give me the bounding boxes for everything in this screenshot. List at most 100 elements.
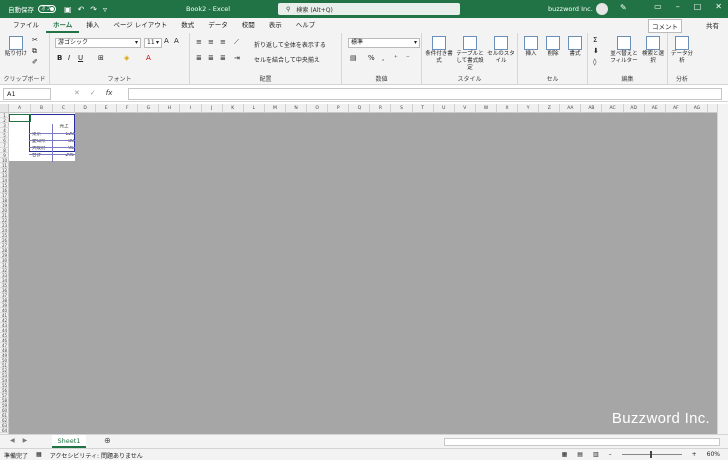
tab-review[interactable]: 校閲 <box>235 18 262 33</box>
copy-icon[interactable]: ⧉ <box>32 47 37 56</box>
tab-home[interactable]: ホーム <box>46 18 80 33</box>
zoom-level[interactable]: 60% <box>707 451 720 458</box>
column-header[interactable]: AB <box>581 104 603 113</box>
analyze-data-button[interactable]: データ分析 <box>670 36 694 65</box>
comma-icon[interactable]: , <box>382 54 384 62</box>
fx-icon[interactable]: fx <box>106 89 113 97</box>
number-format-select[interactable]: 標準 <box>348 38 420 48</box>
font-color-icon[interactable]: A <box>146 54 151 62</box>
column-header[interactable]: W <box>476 104 497 113</box>
column-header[interactable]: E <box>96 104 118 113</box>
align-right-icon[interactable]: ≣ <box>220 54 226 62</box>
font-size-select[interactable]: 11 <box>144 38 162 48</box>
active-cell[interactable] <box>9 114 31 122</box>
worksheet-grid[interactable]: A B C D E F G H I J K L M N O P Q R S T U V W X Y Z AA AB AC AD AE AF AG… <box>0 104 728 434</box>
macro-record-icon[interactable]: ▦ <box>36 451 42 460</box>
column-header[interactable]: I <box>181 104 202 113</box>
font-name-select[interactable]: 游ゴシック <box>55 38 141 48</box>
column-header[interactable]: N <box>286 104 308 113</box>
cell-styles-button[interactable]: セルのスタイル <box>486 36 516 65</box>
ribbon-display-icon[interactable]: ▭ <box>654 2 662 11</box>
increase-decimal-icon[interactable]: ⁺ <box>394 54 398 62</box>
grow-font-icon[interactable]: A <box>164 37 169 45</box>
column-header[interactable]: R <box>370 104 392 113</box>
column-header[interactable]: G <box>138 104 160 113</box>
wrap-text-button[interactable]: 折り返して全体を表示する <box>254 40 326 49</box>
fill-color-icon[interactable]: ◈ <box>124 54 129 62</box>
sort-filter-button[interactable]: 並べ替えとフィルター <box>608 36 640 65</box>
vertical-scrollbar[interactable] <box>717 104 728 434</box>
column-header[interactable]: M <box>265 104 286 113</box>
zoom-out-icon[interactable]: – <box>609 451 612 458</box>
prev-sheet-icon[interactable]: ◀ <box>10 437 15 444</box>
find-select-button[interactable]: 検索と選択 <box>640 36 666 65</box>
tab-view[interactable]: 表示 <box>262 18 289 33</box>
minimize-icon[interactable]: – <box>676 2 680 11</box>
align-center-icon[interactable]: ≣ <box>208 54 214 62</box>
column-header[interactable]: L <box>244 104 265 113</box>
column-header[interactable]: AF <box>666 104 687 113</box>
format-as-table-button[interactable]: テーブルとして書式設定 <box>454 36 486 72</box>
tab-help[interactable]: ヘルプ <box>289 18 323 33</box>
zoom-slider[interactable] <box>621 451 682 458</box>
autosave-toggle[interactable]: オフ <box>38 5 56 13</box>
conditional-format-button[interactable]: 条件付き書式 <box>424 36 454 65</box>
decrease-decimal-icon[interactable]: ⁻ <box>406 54 410 62</box>
column-header[interactable]: Y <box>518 104 540 113</box>
cancel-icon[interactable]: ✕ <box>74 89 80 97</box>
enter-icon[interactable]: ✓ <box>90 89 96 97</box>
redo-icon[interactable]: ↷ <box>90 5 97 14</box>
page-layout-view-icon[interactable]: ▤ <box>577 451 583 458</box>
column-header[interactable]: T <box>413 104 434 113</box>
orientation-icon[interactable]: ⟋ <box>234 38 239 47</box>
align-bottom-icon[interactable]: ≡ <box>220 38 226 46</box>
format-painter-icon[interactable]: ✐ <box>32 58 38 66</box>
save-icon[interactable]: ▣ <box>64 5 72 14</box>
column-header[interactable]: V <box>455 104 476 113</box>
indent-icon[interactable]: ⇥ <box>234 54 240 62</box>
column-header[interactable]: Q <box>349 104 371 113</box>
clear-icon[interactable]: ◊ <box>593 58 596 66</box>
pen-icon[interactable]: ✎ <box>620 3 627 12</box>
column-header[interactable]: C <box>53 104 75 113</box>
column-header[interactable]: O <box>307 104 329 113</box>
column-header[interactable]: D <box>75 104 97 113</box>
close-icon[interactable]: ✕ <box>715 2 722 11</box>
format-cells-button[interactable]: 書式 <box>564 36 586 58</box>
select-all-corner[interactable] <box>0 104 9 113</box>
column-header[interactable]: J <box>202 104 223 113</box>
tab-file[interactable]: ファイル <box>6 18 46 33</box>
cut-icon[interactable]: ✂ <box>32 36 38 44</box>
shrink-font-icon[interactable]: A <box>174 37 179 45</box>
column-header[interactable]: AE <box>645 104 666 113</box>
sheet-tab-sheet1[interactable]: Sheet1 <box>52 435 86 448</box>
merge-center-button[interactable]: セルを結合して中央揃え <box>254 55 320 64</box>
column-header[interactable]: AC <box>603 104 624 113</box>
border-icon[interactable]: ⊞ <box>98 54 104 62</box>
column-header[interactable]: U <box>434 104 455 113</box>
fill-icon[interactable]: ⬇ <box>593 47 599 55</box>
paste-button[interactable]: 貼り付け <box>4 36 28 58</box>
avatar[interactable] <box>596 3 608 15</box>
column-header[interactable]: H <box>159 104 181 113</box>
underline-icon[interactable]: U <box>78 54 83 62</box>
accessibility-status[interactable]: アクセシビリティ: 問題ありません <box>50 451 143 460</box>
column-header[interactable]: X <box>497 104 519 113</box>
column-header[interactable]: AG <box>687 104 708 113</box>
maximize-icon[interactable]: □ <box>694 2 702 11</box>
column-header[interactable]: AD <box>624 104 645 113</box>
tab-formulas[interactable]: 数式 <box>174 18 201 33</box>
column-header[interactable]: AA <box>560 104 582 113</box>
share-button[interactable]: 共有 <box>703 19 722 31</box>
add-sheet-icon[interactable]: ⊕ <box>104 436 111 445</box>
align-top-icon[interactable]: ≡ <box>196 38 202 46</box>
column-header[interactable]: F <box>117 104 139 113</box>
align-middle-icon[interactable]: ≡ <box>208 38 214 46</box>
autosum-icon[interactable]: Σ <box>593 36 597 44</box>
customize-icon[interactable]: ▿ <box>103 5 107 14</box>
bold-icon[interactable]: B <box>57 54 62 62</box>
next-sheet-icon[interactable]: ▶ <box>23 437 28 444</box>
insert-cells-button[interactable]: 挿入 <box>520 36 542 58</box>
comment-button[interactable]: コメント <box>648 19 682 33</box>
formula-input[interactable] <box>128 88 722 100</box>
